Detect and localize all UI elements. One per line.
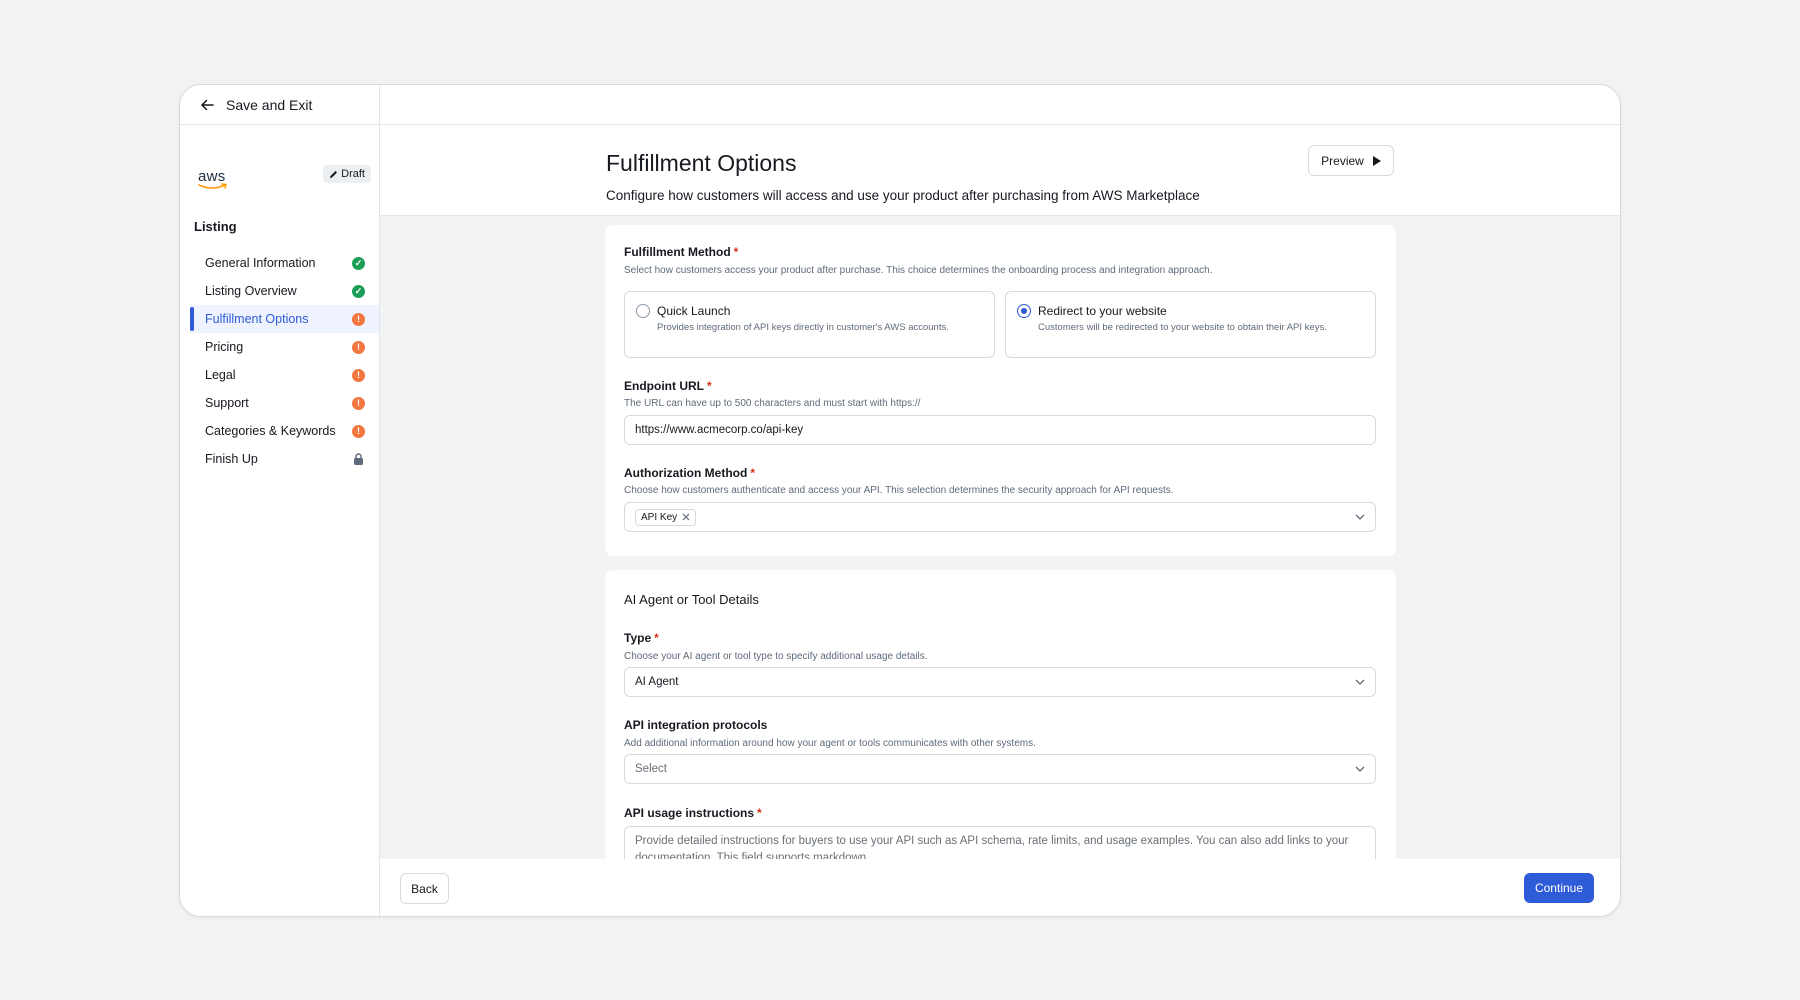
sidebar-item-legal[interactable]: Legal ! bbox=[190, 361, 379, 389]
sidebar-item-categories-keywords[interactable]: Categories & Keywords ! bbox=[190, 417, 379, 445]
sidebar-item-label: Pricing bbox=[205, 340, 244, 354]
sidebar-item-label: Support bbox=[205, 396, 249, 410]
endpoint-url-input[interactable]: https://www.acmecorp.co/api-key bbox=[624, 415, 1376, 445]
chevron-down-icon bbox=[1355, 514, 1365, 520]
warning-circle-icon: ! bbox=[352, 424, 365, 438]
type-help: Choose your AI agent or tool type to spe… bbox=[624, 651, 928, 662]
api-key-token: API Key bbox=[635, 508, 697, 526]
option-description: Customers will be redirected to your web… bbox=[1038, 322, 1327, 333]
type-label: Type * bbox=[624, 631, 659, 645]
page-header: Fulfillment Options Configure how custom… bbox=[380, 125, 1620, 216]
api-protocols-label: API integration protocols bbox=[624, 718, 768, 732]
option-quick-launch[interactable]: Quick Launch Provides integration of API… bbox=[624, 291, 995, 358]
api-protocols-select[interactable]: Select bbox=[624, 754, 1376, 784]
check-circle-icon: ✓ bbox=[352, 284, 365, 298]
fulfillment-method-card: Fulfillment Method * Select how customers… bbox=[605, 225, 1396, 556]
close-icon[interactable] bbox=[682, 513, 690, 521]
draft-badge: Draft bbox=[323, 165, 371, 183]
ai-agent-details-card: AI Agent or Tool Details Type * Choose yo… bbox=[605, 570, 1396, 859]
fulfillment-method-label: Fulfillment Method * bbox=[624, 245, 739, 259]
sidebar: Save and Exit aws Draft Listing General … bbox=[180, 85, 380, 916]
sidebar-item-label: Legal bbox=[205, 368, 236, 382]
sidebar-item-label: Finish Up bbox=[205, 452, 258, 466]
save-and-exit-button[interactable]: Save and Exit bbox=[180, 85, 379, 125]
page-description: Configure how customers will access and … bbox=[606, 188, 1200, 203]
form-scroll-area[interactable]: Fulfillment Method * Select how customers… bbox=[380, 216, 1620, 859]
authorization-method-help: Choose how customers authenticate and ac… bbox=[624, 485, 1174, 496]
aws-logo: aws bbox=[198, 169, 228, 190]
footer-bar: Back Continue bbox=[380, 859, 1620, 916]
draft-label: Draft bbox=[341, 168, 365, 180]
warning-circle-icon: ! bbox=[352, 368, 365, 382]
app-window: Save and Exit aws Draft Listing General … bbox=[179, 84, 1621, 917]
sidebar-item-support[interactable]: Support ! bbox=[190, 389, 379, 417]
option-description: Provides integration of API keys directl… bbox=[657, 322, 949, 333]
radio-button[interactable] bbox=[1017, 304, 1031, 318]
sidebar-item-general-information[interactable]: General Information ✓ bbox=[190, 249, 379, 277]
radio-button[interactable] bbox=[636, 304, 650, 318]
api-usage-label: API usage instructions * bbox=[624, 806, 762, 820]
aws-smile-icon bbox=[198, 182, 227, 189]
sidebar-item-label: Categories & Keywords bbox=[205, 424, 336, 438]
save-and-exit-label: Save and Exit bbox=[226, 96, 313, 113]
back-arrow-icon bbox=[201, 99, 214, 110]
page-title: Fulfillment Options bbox=[606, 150, 797, 176]
endpoint-url-label: Endpoint URL * bbox=[624, 379, 712, 393]
warning-circle-icon: ! bbox=[352, 396, 365, 410]
endpoint-url-value: https://www.acmecorp.co/api-key bbox=[635, 424, 804, 436]
type-value: AI Agent bbox=[635, 676, 679, 688]
sidebar-item-label: Listing Overview bbox=[205, 284, 297, 298]
aws-logo-text: aws bbox=[198, 167, 226, 185]
main-area: Fulfillment Options Configure how custom… bbox=[380, 85, 1620, 916]
sidebar-item-fulfillment-options[interactable]: Fulfillment Options ! bbox=[190, 305, 379, 333]
sidebar-item-listing-overview[interactable]: Listing Overview ✓ bbox=[190, 277, 379, 305]
continue-button[interactable]: Continue bbox=[1524, 873, 1594, 903]
sidebar-item-finish-up[interactable]: Finish Up bbox=[190, 445, 379, 473]
sidebar-item-pricing[interactable]: Pricing ! bbox=[190, 333, 379, 361]
fulfillment-method-help: Select how customers access your product… bbox=[624, 265, 1213, 276]
check-circle-icon: ✓ bbox=[352, 256, 365, 270]
warning-circle-icon: ! bbox=[352, 340, 365, 354]
preview-button[interactable]: Preview bbox=[1308, 145, 1394, 176]
ai-agent-section-title: AI Agent or Tool Details bbox=[624, 592, 759, 607]
endpoint-url-help: The URL can have up to 500 characters an… bbox=[624, 398, 921, 409]
top-bar bbox=[380, 85, 1620, 125]
option-title: Redirect to your website bbox=[1038, 304, 1167, 318]
lock-icon bbox=[352, 453, 365, 466]
warning-circle-icon: ! bbox=[352, 312, 365, 326]
sidebar-item-label: Fulfillment Options bbox=[205, 312, 309, 326]
preview-label: Preview bbox=[1321, 153, 1364, 168]
listing-section-title: Listing bbox=[194, 219, 237, 234]
chevron-down-icon bbox=[1355, 679, 1365, 685]
authorization-method-label: Authorization Method * bbox=[624, 466, 755, 480]
sidebar-item-label: General Information bbox=[205, 256, 316, 270]
api-protocols-placeholder: Select bbox=[635, 763, 667, 775]
option-title: Quick Launch bbox=[657, 304, 731, 318]
back-button[interactable]: Back bbox=[400, 873, 449, 904]
play-icon bbox=[1372, 155, 1381, 166]
api-usage-textarea[interactable]: Provide detailed instructions for buyers… bbox=[624, 826, 1376, 859]
token-label: API Key bbox=[641, 511, 678, 523]
brand-row: aws Draft bbox=[180, 125, 379, 205]
chevron-down-icon bbox=[1355, 766, 1365, 772]
pencil-icon bbox=[330, 170, 338, 178]
type-select[interactable]: AI Agent bbox=[624, 667, 1376, 697]
listing-nav: General Information ✓ Listing Overview ✓… bbox=[180, 243, 379, 473]
option-redirect-to-website[interactable]: Redirect to your website Customers will … bbox=[1005, 291, 1376, 358]
api-protocols-help: Add additional information around how yo… bbox=[624, 738, 1036, 749]
authorization-method-select[interactable]: API Key bbox=[624, 502, 1376, 532]
